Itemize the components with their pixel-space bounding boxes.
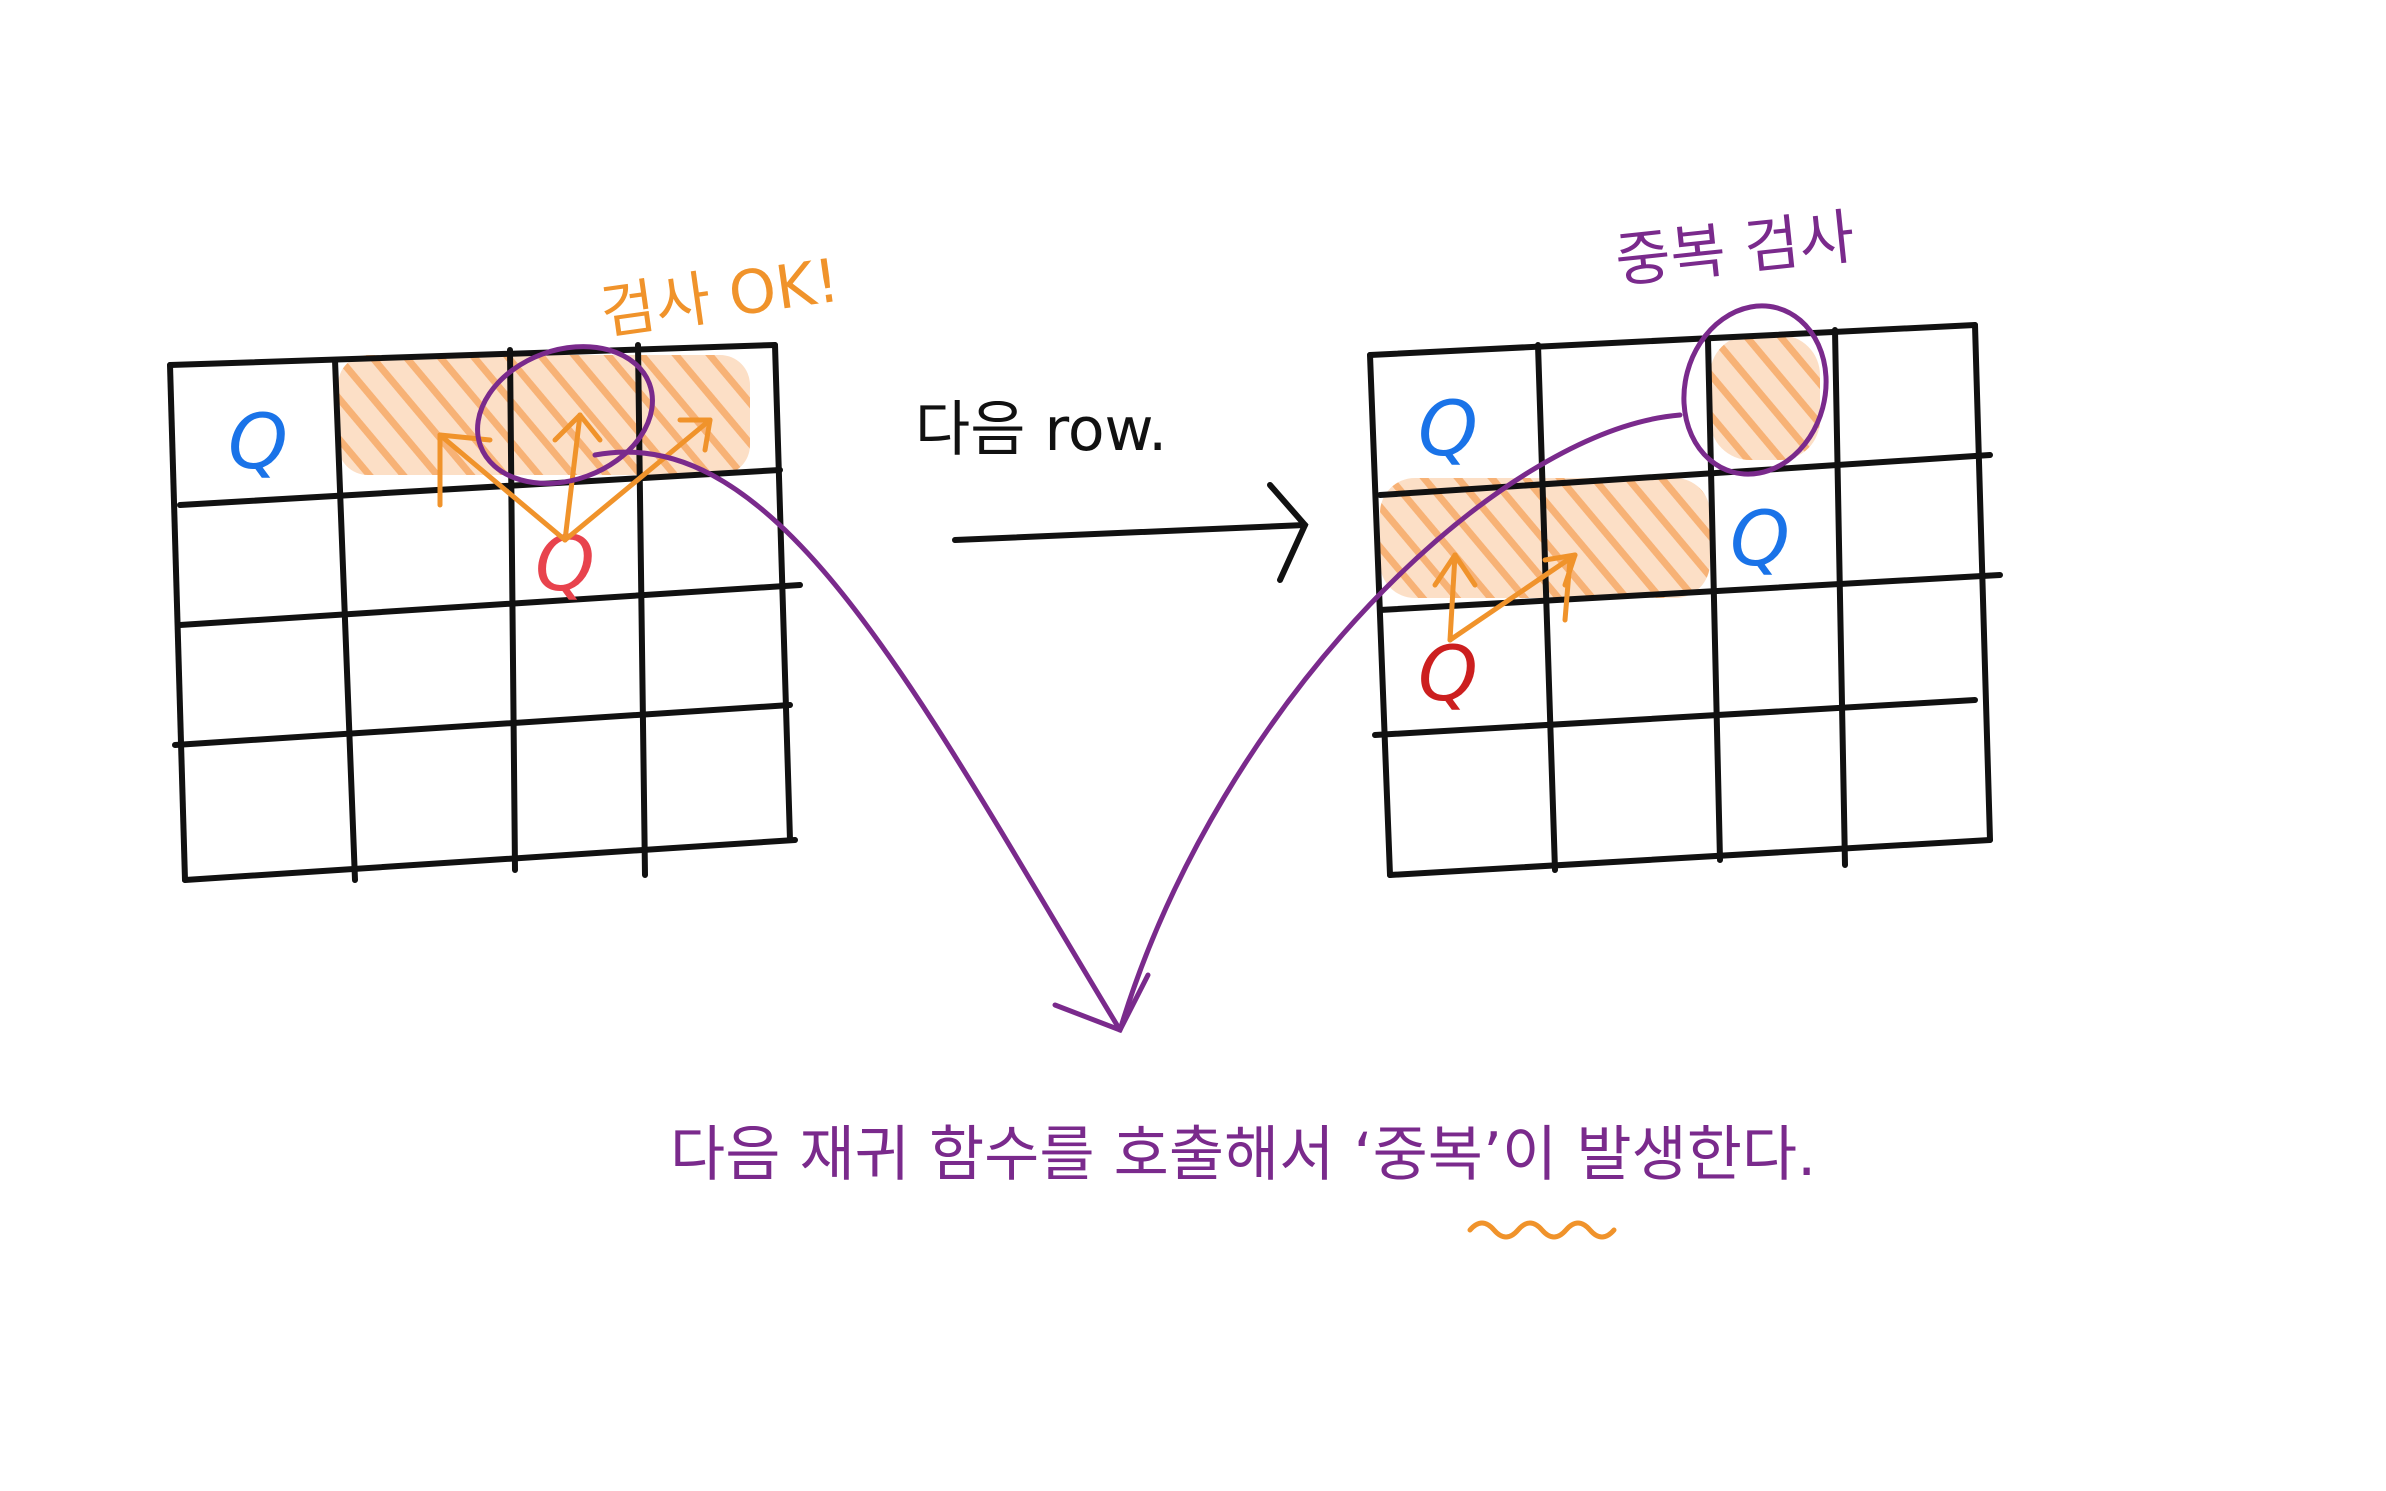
right-board-top-highlight (1710, 335, 1820, 460)
left-board: Q Q (167, 342, 803, 883)
right-board-placed-queen-1: Q (1418, 384, 1478, 473)
check-ok-label: 검사 OK! (596, 246, 844, 349)
diagram-canvas: Q Q 검사 OK! 다음 row. Q Q Q 중복 검사 다음 재귀 함수를… (167, 202, 2003, 1240)
next-row-arrow (952, 482, 1309, 583)
caption-keyword: 중복 (1373, 1120, 1483, 1190)
caption-part1: 다음 재귀 함수를 호출해서 ‘ (670, 1120, 1373, 1190)
caption-part2: ’이 발생한다. (1483, 1120, 1816, 1190)
right-board-placed-queen-2: Q (1730, 494, 1790, 583)
left-board-placed-queen: Q (228, 397, 288, 486)
next-row-label: 다음 row. (915, 395, 1167, 465)
duplicate-check-label: 중복 검사 (1612, 202, 1858, 297)
right-board-new-queen: Q (1418, 629, 1478, 718)
right-board: Q Q Q (1367, 303, 2003, 878)
caption: 다음 재귀 함수를 호출해서 ‘중복’이 발생한다. (670, 1120, 1816, 1190)
left-board-row0-highlight (338, 355, 750, 475)
caption-keyword-underline (1467, 1220, 1617, 1240)
